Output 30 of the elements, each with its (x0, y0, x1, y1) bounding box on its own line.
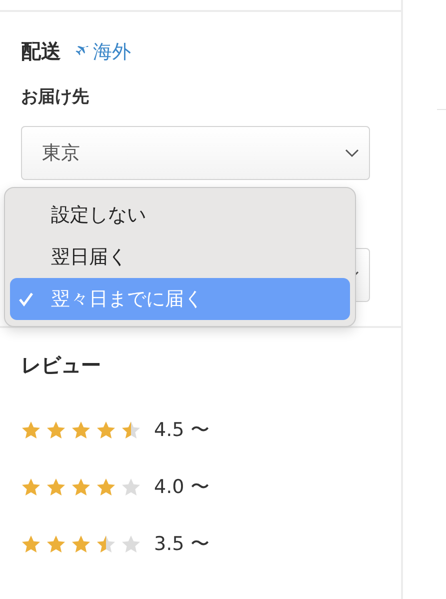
overseas-link[interactable]: 海外 (73, 38, 131, 64)
star-icon (46, 420, 66, 440)
star-icon (121, 476, 141, 496)
prefecture-select[interactable]: 東京 (21, 126, 370, 180)
rating-label[interactable]: 4.0 〜 (154, 474, 210, 500)
rating-label[interactable]: 3.5 〜 (154, 530, 210, 556)
star-icon (96, 420, 116, 440)
star-icon (21, 476, 41, 496)
star-icon (121, 420, 141, 440)
checkmark-icon (18, 291, 34, 307)
field-label: お届け先 (21, 86, 90, 108)
star-rating[interactable] (21, 476, 141, 496)
star-icon (96, 534, 116, 554)
star-icon (121, 534, 141, 554)
section-title: 配送 (21, 38, 61, 65)
star-icon (71, 534, 91, 554)
star-rating[interactable] (21, 420, 141, 440)
star-icon (21, 534, 41, 554)
chevron-down-icon (345, 148, 359, 158)
menu-item[interactable]: 設定しない (10, 194, 350, 236)
star-icon (71, 420, 91, 440)
star-icon (46, 534, 66, 554)
rating-label[interactable]: 4.5 〜 (154, 416, 210, 442)
star-icon (21, 420, 41, 440)
star-icon (46, 476, 66, 496)
star-rating[interactable] (21, 534, 141, 554)
section-title: レビュー (21, 352, 102, 379)
menu-item[interactable]: 翌日届く (10, 236, 350, 278)
star-icon (71, 476, 91, 496)
star-icon (96, 476, 116, 496)
